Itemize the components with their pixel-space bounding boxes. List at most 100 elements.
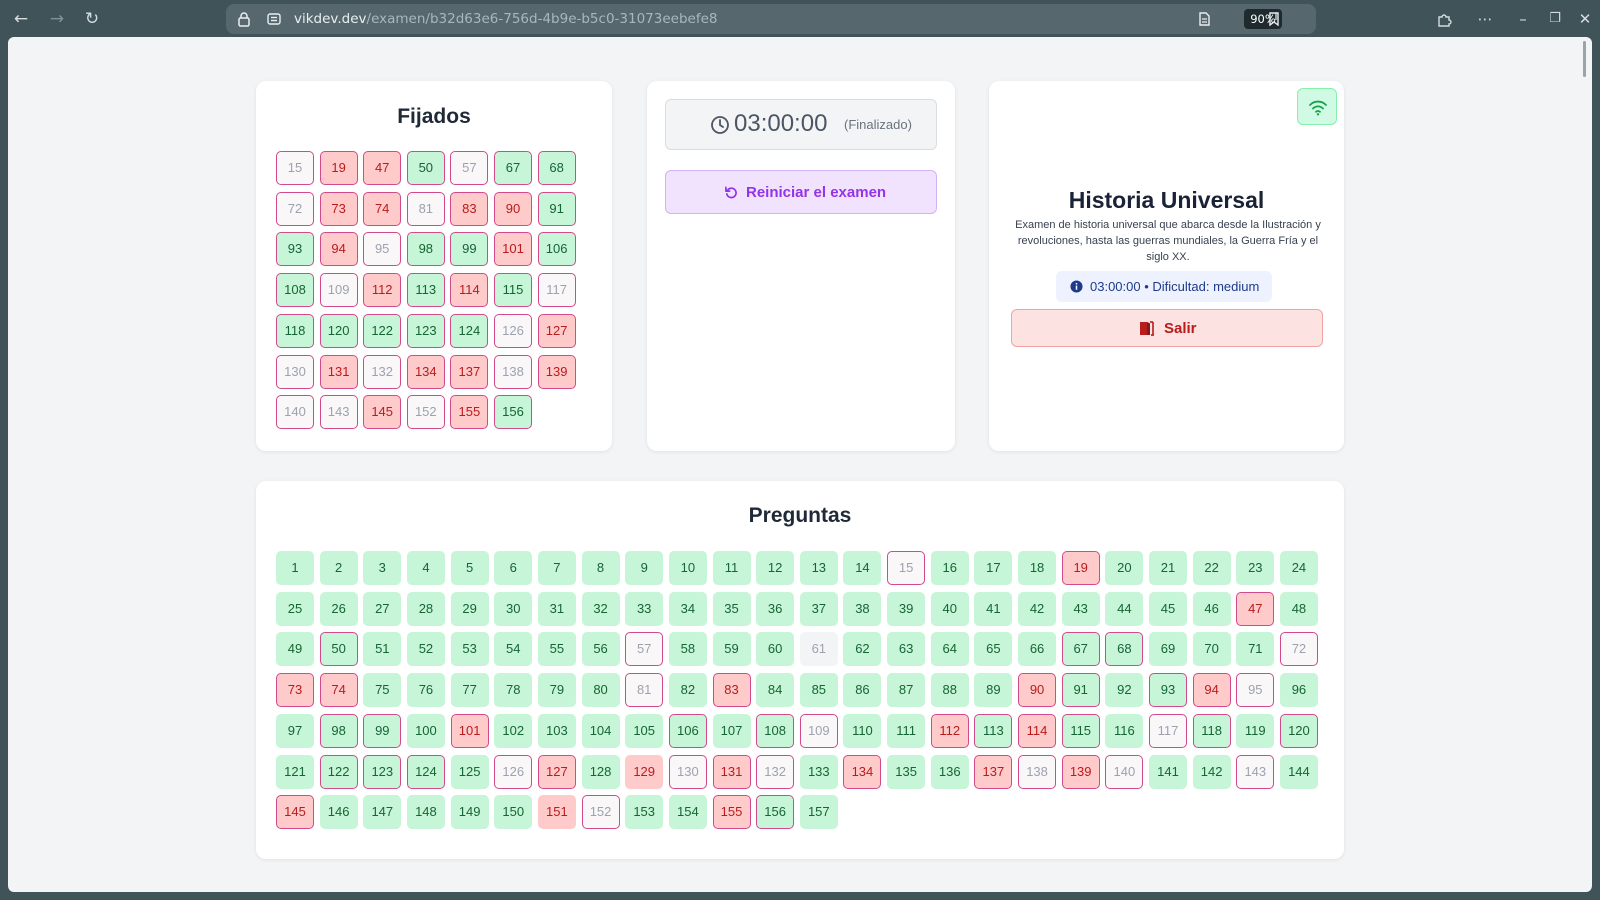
question-141[interactable]: 141 <box>1149 754 1187 789</box>
question-68[interactable]: 68 <box>1105 632 1144 667</box>
fixed-question-155[interactable]: 155 <box>450 395 489 430</box>
question-132[interactable]: 132 <box>756 754 795 789</box>
question-72[interactable]: 72 <box>1279 632 1318 667</box>
question-39[interactable]: 39 <box>887 591 926 626</box>
question-124[interactable]: 124 <box>406 754 445 789</box>
fixed-question-123[interactable]: 123 <box>406 313 445 348</box>
fixed-question-127[interactable]: 127 <box>537 313 576 348</box>
question-78[interactable]: 78 <box>494 673 533 708</box>
fixed-question-137[interactable]: 137 <box>450 354 489 389</box>
question-14[interactable]: 14 <box>843 551 882 585</box>
question-110[interactable]: 110 <box>843 713 882 748</box>
fixed-question-118[interactable]: 118 <box>276 313 314 348</box>
question-6[interactable]: 6 <box>494 551 533 585</box>
fixed-question-115[interactable]: 115 <box>494 273 532 308</box>
question-32[interactable]: 32 <box>581 591 620 626</box>
fixed-question-94[interactable]: 94 <box>319 232 358 267</box>
question-155[interactable]: 155 <box>712 795 751 830</box>
question-19[interactable]: 19 <box>1061 551 1100 585</box>
question-97[interactable]: 97 <box>276 713 314 748</box>
question-10[interactable]: 10 <box>668 551 707 585</box>
question-70[interactable]: 70 <box>1192 632 1231 667</box>
question-143[interactable]: 143 <box>1236 754 1275 789</box>
question-22[interactable]: 22 <box>1192 551 1231 585</box>
question-133[interactable]: 133 <box>799 754 838 789</box>
question-52[interactable]: 52 <box>406 632 445 667</box>
question-86[interactable]: 86 <box>843 673 882 708</box>
question-25[interactable]: 25 <box>276 591 314 626</box>
question-76[interactable]: 76 <box>406 673 445 708</box>
forward-arrow-icon[interactable]: → <box>46 8 68 30</box>
question-101[interactable]: 101 <box>450 713 489 748</box>
question-100[interactable]: 100 <box>406 713 445 748</box>
more-menu-icon[interactable]: ⋯ <box>1474 8 1496 30</box>
question-58[interactable]: 58 <box>668 632 707 667</box>
restore-icon[interactable]: ❐ <box>1544 8 1566 30</box>
question-51[interactable]: 51 <box>363 632 402 667</box>
question-57[interactable]: 57 <box>625 632 664 667</box>
question-99[interactable]: 99 <box>363 713 402 748</box>
question-7[interactable]: 7 <box>537 551 576 585</box>
bookmark-icon[interactable] <box>1266 11 1282 27</box>
restart-exam-button[interactable]: Reiniciar el examen <box>665 170 937 214</box>
question-125[interactable]: 125 <box>450 754 489 789</box>
question-88[interactable]: 88 <box>930 673 969 708</box>
question-55[interactable]: 55 <box>537 632 576 667</box>
question-40[interactable]: 40 <box>930 591 969 626</box>
question-21[interactable]: 21 <box>1149 551 1187 585</box>
question-42[interactable]: 42 <box>1018 591 1057 626</box>
question-48[interactable]: 48 <box>1279 591 1318 626</box>
question-130[interactable]: 130 <box>668 754 707 789</box>
question-92[interactable]: 92 <box>1105 673 1144 708</box>
question-5[interactable]: 5 <box>450 551 489 585</box>
question-118[interactable]: 118 <box>1192 713 1231 748</box>
question-62[interactable]: 62 <box>843 632 882 667</box>
question-157[interactable]: 157 <box>799 795 838 830</box>
question-90[interactable]: 90 <box>1018 673 1057 708</box>
question-64[interactable]: 64 <box>930 632 969 667</box>
question-108[interactable]: 108 <box>756 713 795 748</box>
question-31[interactable]: 31 <box>537 591 576 626</box>
question-81[interactable]: 81 <box>625 673 664 708</box>
question-61[interactable]: 61 <box>799 632 838 667</box>
question-128[interactable]: 128 <box>581 754 620 789</box>
question-117[interactable]: 117 <box>1149 713 1187 748</box>
question-74[interactable]: 74 <box>319 673 358 708</box>
question-126[interactable]: 126 <box>494 754 533 789</box>
fixed-question-95[interactable]: 95 <box>363 232 402 267</box>
question-67[interactable]: 67 <box>1061 632 1100 667</box>
question-121[interactable]: 121 <box>276 754 314 789</box>
fixed-question-130[interactable]: 130 <box>276 354 314 389</box>
question-131[interactable]: 131 <box>712 754 751 789</box>
question-9[interactable]: 9 <box>625 551 664 585</box>
fixed-question-93[interactable]: 93 <box>276 232 314 267</box>
fixed-question-50[interactable]: 50 <box>406 151 445 185</box>
question-85[interactable]: 85 <box>799 673 838 708</box>
fixed-question-112[interactable]: 112 <box>363 273 402 308</box>
question-135[interactable]: 135 <box>887 754 926 789</box>
question-105[interactable]: 105 <box>625 713 664 748</box>
fixed-question-124[interactable]: 124 <box>450 313 489 348</box>
question-83[interactable]: 83 <box>712 673 751 708</box>
question-127[interactable]: 127 <box>537 754 576 789</box>
question-137[interactable]: 137 <box>974 754 1013 789</box>
question-116[interactable]: 116 <box>1105 713 1144 748</box>
question-73[interactable]: 73 <box>276 673 314 708</box>
fixed-question-106[interactable]: 106 <box>537 232 576 267</box>
question-35[interactable]: 35 <box>712 591 751 626</box>
question-129[interactable]: 129 <box>625 754 664 789</box>
question-27[interactable]: 27 <box>363 591 402 626</box>
fixed-question-101[interactable]: 101 <box>494 232 532 267</box>
question-23[interactable]: 23 <box>1236 551 1275 585</box>
question-37[interactable]: 37 <box>799 591 838 626</box>
question-69[interactable]: 69 <box>1149 632 1187 667</box>
question-104[interactable]: 104 <box>581 713 620 748</box>
fixed-question-74[interactable]: 74 <box>363 191 402 226</box>
question-103[interactable]: 103 <box>537 713 576 748</box>
scrollbar[interactable] <box>1583 41 1586 77</box>
fixed-question-126[interactable]: 126 <box>494 313 532 348</box>
question-154[interactable]: 154 <box>668 795 707 830</box>
fixed-question-138[interactable]: 138 <box>494 354 532 389</box>
question-89[interactable]: 89 <box>974 673 1013 708</box>
question-18[interactable]: 18 <box>1018 551 1057 585</box>
